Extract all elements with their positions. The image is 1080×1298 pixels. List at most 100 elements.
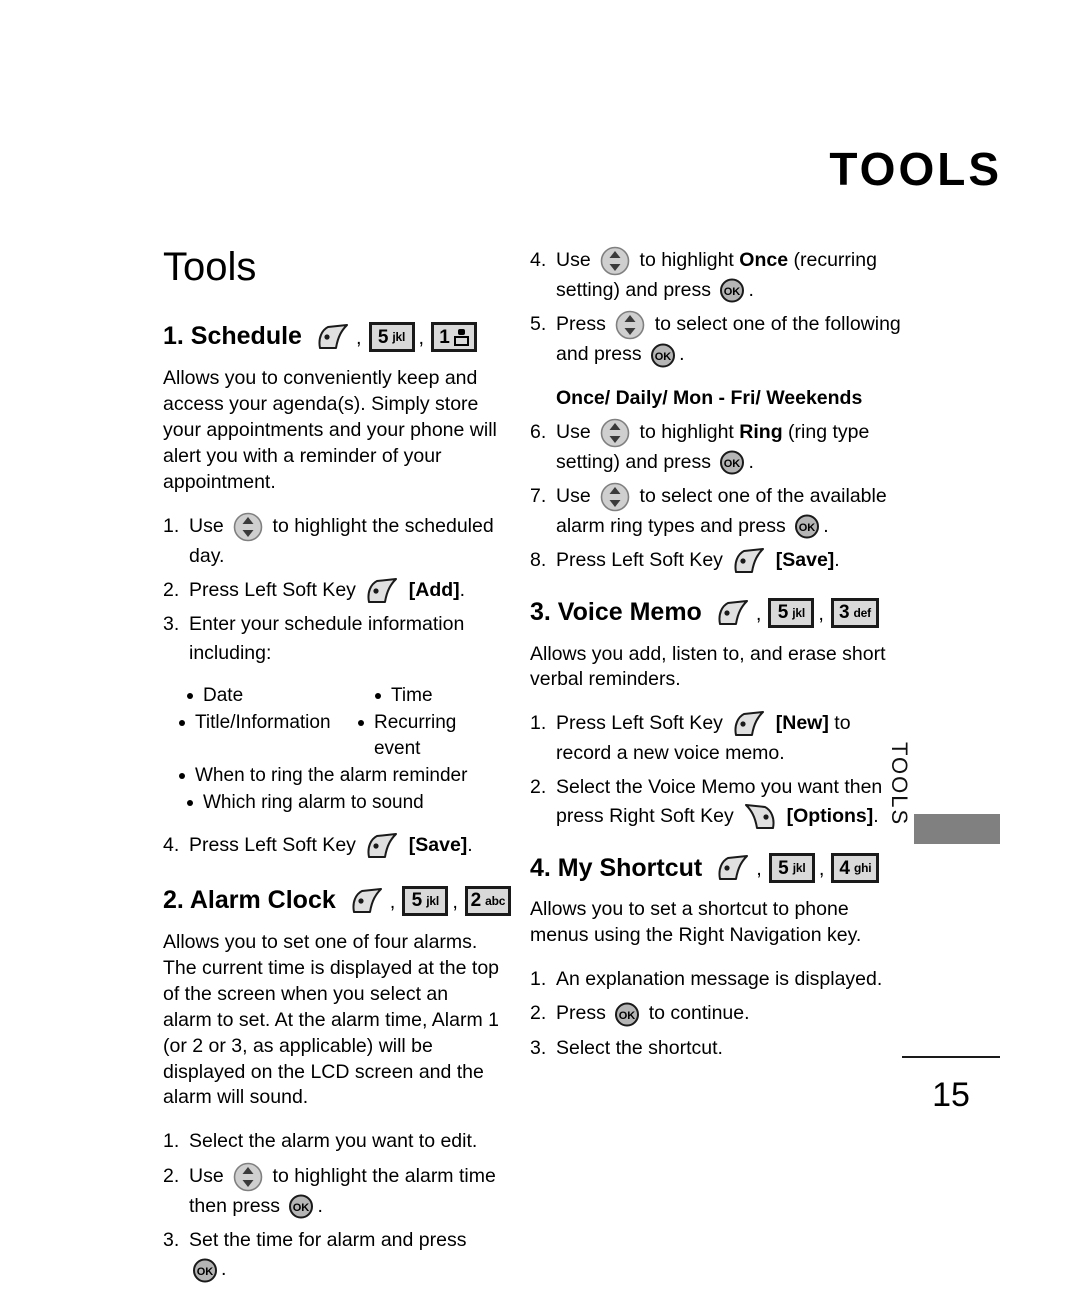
list-item: 8. Press Left Soft Key [Save].: [530, 546, 902, 575]
keypad-key-5-letters: jkl: [392, 330, 406, 344]
keypad-key-1: 1: [431, 322, 478, 352]
list-item: 2. Select the Voice Memo you want then p…: [530, 773, 902, 832]
keypad-key-2: 2 abc: [464, 885, 511, 916]
step-number: 7.: [530, 485, 547, 507]
left-soft-key-icon: [732, 548, 766, 574]
voicemail-icon: [453, 328, 469, 346]
step-text: An explanation message is displayed.: [556, 968, 883, 991]
key-separator-comma: ,: [818, 858, 825, 881]
step-text: Press Left Soft Key: [189, 578, 356, 601]
step-text: Set the time for alarm and press: [189, 1228, 467, 1251]
step-text: .: [823, 515, 829, 537]
step-text: Press: [556, 1002, 606, 1025]
page-title: Tools: [163, 245, 257, 289]
section-heading-my-shortcut: 4. My Shortcut , 5 jkl , 4 ghi: [530, 853, 902, 884]
ok-key-icon: OK: [793, 514, 821, 539]
keypad-key-5: 5 jkl: [368, 322, 415, 352]
step-number: 2.: [530, 775, 547, 798]
bullet-which-ring: Which ring alarm to sound: [177, 790, 501, 816]
svg-text:OK: OK: [293, 1202, 310, 1214]
step-text: Use: [556, 485, 591, 508]
keypad-key-3: 3 def: [830, 597, 879, 628]
key-separator-comma: ,: [418, 327, 425, 349]
navigation-key-icon: [599, 418, 631, 448]
navigation-key-icon: [614, 310, 646, 340]
list-item: 3. Set the time for alarm and press OK .: [163, 1226, 501, 1285]
svg-text:OK: OK: [724, 286, 741, 298]
list-item: 4. Press Left Soft Key [Save].: [163, 831, 501, 860]
step-text: Press Left Soft Key: [556, 549, 723, 572]
svg-text:OK: OK: [655, 351, 672, 363]
keypad-key-5: 5 jkl: [402, 885, 449, 916]
step-text: Use: [189, 514, 224, 537]
alarm-clock-steps-ring: 6. Use to highlight Ring (ring type sett…: [530, 418, 902, 576]
step-text: to highlight: [639, 420, 734, 443]
keypad-key-5-digit: 5: [377, 326, 389, 348]
svg-text:OK: OK: [799, 522, 816, 534]
softkey-label: [Options]: [786, 805, 874, 828]
keypad-key-5-digit: 5: [411, 890, 423, 912]
section-heading-alarm-clock-label: 2. Alarm Clock: [163, 886, 336, 915]
ok-key-icon: OK: [718, 450, 746, 475]
list-item: 1. An explanation message is displayed.: [530, 965, 902, 994]
schedule-steps: 1. Use to highlight the scheduled day. 2…: [163, 512, 501, 669]
list-item: 4. Use to highlight Once (recurring sett…: [530, 246, 902, 305]
keypad-key-5-digit: 5: [778, 857, 789, 879]
list-item: Date Time: [177, 683, 501, 709]
softkey-label: [Save]: [775, 549, 835, 572]
voice-memo-description: Allows you add, listen to, and erase sho…: [530, 642, 886, 691]
step-text: .: [873, 805, 879, 828]
step-number: 5.: [530, 313, 547, 336]
softkey-label: [New]: [775, 712, 829, 735]
side-tab-bar: [914, 814, 1000, 844]
bullet-recurring-event: Recurring event: [356, 710, 501, 762]
ok-key-icon: OK: [613, 1002, 641, 1027]
step-number: 3.: [530, 1036, 547, 1059]
step-number: 8.: [530, 549, 547, 572]
alarm-recurring-options: Once/ Daily/ Mon - Fri/ Weekends: [556, 386, 863, 409]
ok-key-icon: OK: [191, 1258, 219, 1283]
keypad-key-5-letters: jkl: [792, 605, 806, 620]
step-text: .: [467, 833, 473, 856]
section-heading-voice-memo-label: 3. Voice Memo: [530, 597, 702, 626]
step-text: to select one of the following and press: [556, 313, 901, 366]
keypad-key-1-digit: 1: [439, 326, 450, 348]
bullet-time: Time: [373, 683, 433, 709]
step-text: Use: [556, 420, 591, 443]
section-heading-my-shortcut-label: 4. My Shortcut: [530, 853, 703, 882]
key-separator-comma: ,: [818, 602, 824, 625]
svg-text:OK: OK: [197, 1266, 214, 1278]
ok-key-icon: OK: [718, 278, 746, 303]
keypad-key-5-letters: jkl: [426, 893, 439, 908]
step-number: 2.: [163, 1164, 180, 1187]
step-number: 4.: [163, 833, 180, 856]
list-item: 1. Use to highlight the scheduled day.: [163, 512, 501, 571]
step-number: 1.: [530, 712, 547, 735]
list-item: 2. Use to highlight the alarm time then …: [163, 1162, 501, 1221]
step-text: Press Left Soft Key: [556, 712, 723, 735]
key-separator-comma: ,: [389, 890, 396, 913]
keypad-key-4: 4 ghi: [831, 853, 880, 884]
step-text: .: [679, 343, 685, 366]
key-separator-comma: ,: [755, 602, 762, 625]
step-number: 1.: [163, 1130, 180, 1153]
ok-key-icon: OK: [649, 343, 677, 368]
step-number: 1.: [163, 514, 180, 537]
alarm-clock-steps-continued: 4. Use to highlight Once (recurring sett…: [530, 246, 902, 370]
manual-page: TOOLS Tools 1. Schedule , 5 jkl , 1 Allo…: [0, 0, 1080, 1282]
step-text: Press: [556, 313, 606, 336]
key-separator-comma: ,: [452, 890, 458, 913]
side-tab-label: TOOLS: [887, 742, 912, 827]
step-text: Enter your schedule information includin…: [189, 613, 465, 665]
list-item: 7. Use to select one of the available al…: [530, 482, 902, 541]
key-separator-comma: ,: [355, 327, 362, 349]
schedule-description: Allows you to conveniently keep and acce…: [163, 367, 497, 493]
navigation-key-icon: [599, 482, 631, 512]
step-text: to continue.: [648, 1002, 750, 1025]
svg-text:OK: OK: [619, 1010, 636, 1022]
alarm-clock-description: Allows you to set one of four alarms. Th…: [163, 930, 500, 1109]
list-item: 5. Press to select one of the following …: [530, 310, 902, 369]
my-shortcut-description: Allows you to set a shortcut to phone me…: [530, 898, 862, 947]
right-soft-key-icon: [743, 803, 777, 830]
left-column: Tools 1. Schedule , 5 jkl , 1 Allows you…: [163, 245, 511, 1298]
